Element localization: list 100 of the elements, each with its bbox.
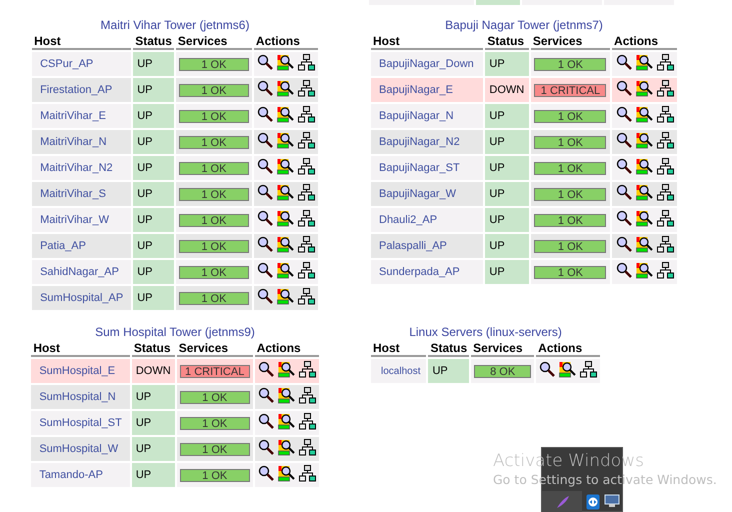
- network-tree-icon[interactable]: [298, 413, 316, 430]
- service-status-badge[interactable]: 1 OK: [534, 240, 606, 252]
- magnifier-icon[interactable]: [256, 184, 273, 200]
- network-tree-icon[interactable]: [656, 80, 674, 97]
- network-tree-icon[interactable]: [656, 184, 674, 201]
- magnifier-icon[interactable]: [256, 80, 273, 96]
- report-magnifier-icon[interactable]: [278, 387, 295, 404]
- host-link[interactable]: Palaspalli_AP: [371, 234, 484, 258]
- network-tree-icon[interactable]: [656, 236, 674, 253]
- report-magnifier-icon[interactable]: [276, 54, 294, 71]
- report-magnifier-icon[interactable]: [276, 184, 294, 201]
- network-tree-icon[interactable]: [298, 132, 315, 149]
- host-link[interactable]: SumHospital_E: [31, 359, 130, 383]
- monitor-icon[interactable]: [604, 494, 620, 508]
- report-magnifier-icon[interactable]: [636, 184, 653, 201]
- host-link[interactable]: Sunderpada_AP: [371, 260, 484, 284]
- magnifier-icon[interactable]: [256, 54, 273, 70]
- magnifier-icon[interactable]: [258, 465, 274, 481]
- service-status-badge[interactable]: 1 OK: [178, 240, 249, 252]
- network-tree-icon[interactable]: [298, 361, 316, 378]
- network-tree-icon[interactable]: [298, 387, 316, 404]
- group-title[interactable]: Bapuji Nagar Tower (jetnms7): [445, 18, 603, 33]
- network-tree-icon[interactable]: [298, 184, 315, 201]
- remote-app-icon[interactable]: [586, 494, 600, 510]
- report-magnifier-icon[interactable]: [278, 361, 295, 378]
- magnifier-icon[interactable]: [616, 210, 632, 226]
- magnifier-icon[interactable]: [256, 262, 273, 278]
- service-status-badge[interactable]: 1 OK: [534, 110, 606, 122]
- magnifier-icon[interactable]: [539, 361, 556, 377]
- network-tree-icon[interactable]: [656, 158, 674, 175]
- host-link[interactable]: BapujiNagar_Down: [371, 52, 484, 76]
- magnifier-icon[interactable]: [616, 80, 632, 96]
- report-magnifier-icon[interactable]: [559, 361, 576, 378]
- magnifier-icon[interactable]: [616, 262, 632, 278]
- host-link[interactable]: BapujiNagar_W: [371, 182, 484, 206]
- group-title[interactable]: Sum Hospital Tower (jetnms9): [95, 325, 255, 340]
- host-link[interactable]: Tamando-AP: [31, 463, 130, 487]
- magnifier-icon[interactable]: [256, 106, 273, 122]
- service-status-badge[interactable]: 1 OK: [178, 136, 249, 148]
- service-status-badge[interactable]: 1 OK: [178, 292, 249, 304]
- report-magnifier-icon[interactable]: [636, 262, 653, 279]
- report-magnifier-icon[interactable]: [278, 439, 295, 456]
- service-status-badge[interactable]: 1 OK: [534, 214, 606, 226]
- report-magnifier-icon[interactable]: [276, 210, 294, 227]
- report-magnifier-icon[interactable]: [278, 465, 295, 482]
- report-magnifier-icon[interactable]: [636, 158, 653, 175]
- magnifier-icon[interactable]: [258, 439, 274, 455]
- network-tree-icon[interactable]: [656, 132, 674, 149]
- magnifier-icon[interactable]: [258, 413, 274, 429]
- host-link[interactable]: Firestation_AP: [32, 78, 132, 102]
- network-tree-icon[interactable]: [656, 262, 674, 279]
- service-status-badge[interactable]: 1 OK: [534, 58, 606, 70]
- service-status-badge[interactable]: 1 OK: [178, 188, 249, 200]
- network-tree-icon[interactable]: [298, 236, 315, 253]
- magnifier-icon[interactable]: [256, 236, 273, 252]
- network-tree-icon[interactable]: [298, 262, 315, 279]
- magnifier-icon[interactable]: [616, 54, 632, 70]
- magnifier-icon[interactable]: [256, 210, 273, 226]
- host-link[interactable]: MaitriVihar_S: [32, 182, 132, 206]
- report-magnifier-icon[interactable]: [636, 236, 653, 253]
- network-tree-icon[interactable]: [298, 465, 316, 482]
- host-link[interactable]: SumHospital_N: [31, 385, 130, 409]
- magnifier-icon[interactable]: [616, 236, 632, 252]
- host-link[interactable]: MaitriVihar_E: [32, 104, 132, 128]
- service-status-badge[interactable]: 8 OK: [474, 364, 532, 378]
- report-magnifier-icon[interactable]: [276, 158, 294, 175]
- magnifier-icon[interactable]: [256, 288, 273, 304]
- host-link[interactable]: MaitriVihar_N: [32, 130, 132, 154]
- network-tree-icon[interactable]: [298, 106, 315, 123]
- magnifier-icon[interactable]: [256, 132, 273, 148]
- network-tree-icon[interactable]: [298, 210, 315, 227]
- magnifier-icon[interactable]: [258, 387, 274, 403]
- host-link[interactable]: CSPur_AP: [32, 52, 132, 76]
- host-link[interactable]: BapujiNagar_N: [371, 104, 484, 128]
- magnifier-icon[interactable]: [616, 184, 632, 200]
- service-status-badge[interactable]: 1 OK: [534, 188, 606, 200]
- report-magnifier-icon[interactable]: [636, 54, 653, 71]
- network-tree-icon[interactable]: [298, 288, 315, 305]
- network-tree-icon[interactable]: [298, 54, 315, 71]
- host-link[interactable]: BapujiNagar_ST: [371, 156, 484, 180]
- magnifier-icon[interactable]: [616, 106, 632, 122]
- service-status-badge[interactable]: 1 OK: [180, 416, 250, 430]
- service-status-badge[interactable]: 1 OK: [180, 442, 250, 456]
- network-tree-icon[interactable]: [656, 106, 674, 123]
- report-magnifier-icon[interactable]: [636, 132, 653, 149]
- service-status-badge[interactable]: 1 OK: [178, 110, 249, 122]
- network-tree-icon[interactable]: [298, 158, 315, 175]
- report-magnifier-icon[interactable]: [276, 288, 294, 305]
- service-status-badge[interactable]: 1 OK: [534, 162, 606, 174]
- magnifier-icon[interactable]: [256, 158, 273, 174]
- host-link[interactable]: BapujiNagar_E: [371, 78, 484, 102]
- service-status-badge[interactable]: 1 OK: [178, 84, 249, 96]
- service-status-badge[interactable]: 1 OK: [180, 390, 250, 404]
- service-status-badge[interactable]: 1 OK: [178, 266, 249, 278]
- service-status-badge[interactable]: 1 OK: [178, 58, 249, 70]
- network-tree-icon[interactable]: [656, 54, 674, 71]
- network-tree-icon[interactable]: [298, 80, 315, 97]
- service-status-badge[interactable]: 1 OK: [534, 266, 606, 278]
- service-status-badge[interactable]: 1 CRITICAL: [534, 84, 606, 96]
- host-link[interactable]: MaitriVihar_N2: [32, 156, 132, 180]
